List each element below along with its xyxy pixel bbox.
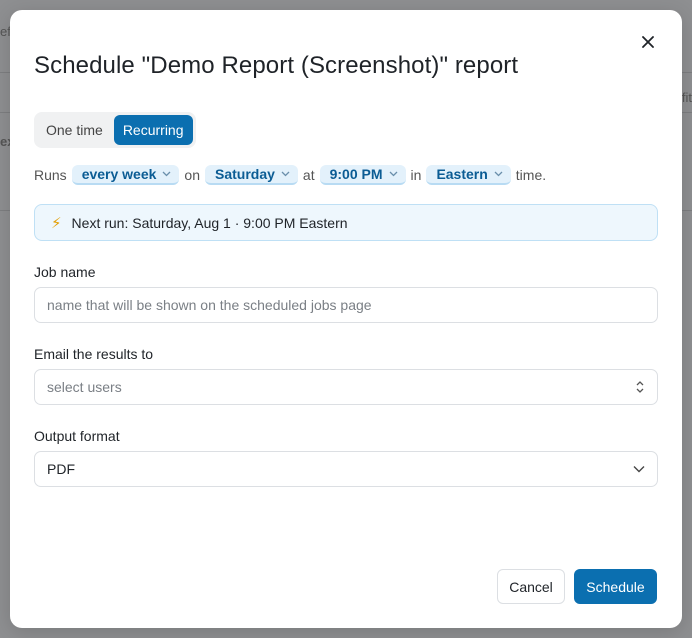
job-name-placeholder: name that will be shown on the scheduled… <box>47 297 372 313</box>
output-format-label: Output format <box>34 428 120 444</box>
output-format-value: PDF <box>47 461 75 477</box>
day-value: Saturday <box>215 166 275 182</box>
cancel-button[interactable]: Cancel <box>497 569 565 604</box>
close-button[interactable] <box>638 32 658 52</box>
close-icon <box>642 36 654 48</box>
next-run-text: Next run: Saturday, Aug 1 · 9:00 PM East… <box>71 214 348 231</box>
modal-title: Schedule "Demo Report (Screenshot)" repo… <box>34 52 519 79</box>
runs-text: Runs <box>34 167 67 183</box>
background-text: fit <box>681 90 692 105</box>
at-text: at <box>302 167 315 183</box>
day-dropdown[interactable]: Saturday <box>205 165 298 185</box>
email-label: Email the results to <box>34 346 154 362</box>
email-placeholder: select users <box>47 379 122 395</box>
time-value: 9:00 PM <box>329 166 383 182</box>
email-users-select[interactable]: select users <box>34 369 658 405</box>
timezone-dropdown[interactable]: Eastern <box>426 165 511 185</box>
next-run-banner: ⚡ Next run: Saturday, Aug 1 · 9:00 PM Ea… <box>34 204 658 241</box>
chevron-down-icon <box>389 171 397 177</box>
interval-value: every week <box>81 166 157 182</box>
in-text: in <box>410 167 422 183</box>
schedule-sentence: Runs every week on Saturday at 9:00 PM i… <box>34 165 546 185</box>
interval-dropdown[interactable]: every week <box>71 165 180 185</box>
schedule-button[interactable]: Schedule <box>574 569 657 604</box>
suffix-text: time. <box>515 167 547 183</box>
recurring-option[interactable]: Recurring <box>113 115 193 145</box>
bolt-icon: ⚡ <box>51 214 62 232</box>
chevron-down-icon <box>281 171 290 177</box>
time-dropdown[interactable]: 9:00 PM <box>319 165 406 185</box>
frequency-toggle: One time Recurring <box>34 112 196 148</box>
job-name-input[interactable]: name that will be shown on the scheduled… <box>34 287 658 323</box>
chevron-down-icon <box>633 466 645 473</box>
output-format-select[interactable]: PDF <box>34 451 658 487</box>
chevron-up-down-icon <box>636 381 644 393</box>
on-text: on <box>184 167 200 183</box>
schedule-report-modal: Schedule "Demo Report (Screenshot)" repo… <box>10 10 682 628</box>
chevron-down-icon <box>162 171 171 177</box>
chevron-down-icon <box>494 171 503 177</box>
timezone-value: Eastern <box>436 166 488 182</box>
job-name-label: Job name <box>34 264 96 280</box>
one-time-option[interactable]: One time <box>37 115 112 145</box>
